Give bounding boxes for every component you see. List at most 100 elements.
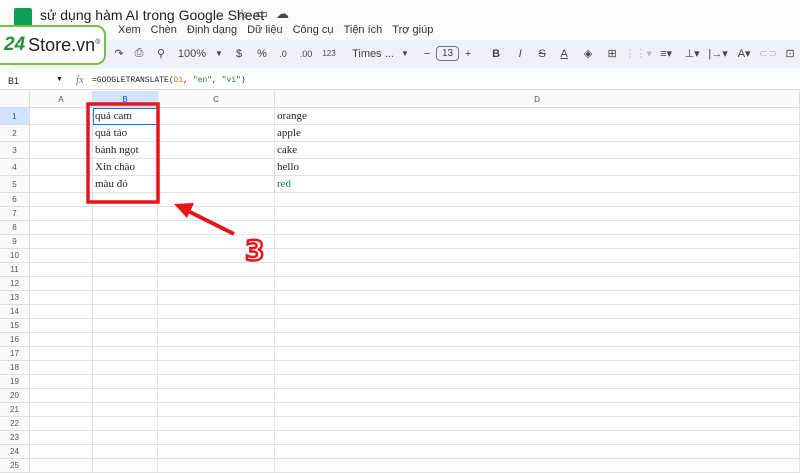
row-header[interactable]: 21	[0, 403, 30, 417]
text-color-button[interactable]: A	[553, 48, 575, 60]
cell-b1[interactable]: quả cam	[93, 108, 158, 125]
cell-c21[interactable]	[158, 403, 275, 417]
cell-a10[interactable]	[30, 249, 93, 263]
chevron-down-icon[interactable]: ▼	[56, 76, 63, 83]
cell-b6[interactable]	[93, 193, 158, 207]
cell-a14[interactable]	[30, 305, 93, 319]
cell-a18[interactable]	[30, 361, 93, 375]
cell-d18[interactable]	[275, 361, 800, 375]
cell-c14[interactable]	[158, 305, 275, 319]
cell-c6[interactable]	[158, 193, 275, 207]
column-header-b[interactable]: B	[93, 91, 158, 108]
cell-b2[interactable]: quả táo	[93, 125, 158, 142]
folder-icon[interactable]: ▭	[256, 6, 276, 21]
cell-a1[interactable]	[30, 108, 93, 125]
merge-cells-icon[interactable]: ⋮⋮▾	[623, 47, 653, 60]
menu-item[interactable]: Tiện ích	[344, 24, 383, 36]
cell-a16[interactable]	[30, 333, 93, 347]
cell-b13[interactable]	[93, 291, 158, 305]
cell-a12[interactable]	[30, 277, 93, 291]
row-header[interactable]: 4	[0, 159, 30, 176]
decrease-font-button[interactable]: −	[418, 48, 436, 60]
chevron-down-icon[interactable]: ▼	[212, 49, 226, 58]
cell-b20[interactable]	[93, 389, 158, 403]
row-header[interactable]: 14	[0, 305, 30, 319]
row-header[interactable]: 1	[0, 108, 30, 125]
cell-c19[interactable]	[158, 375, 275, 389]
cell-d25[interactable]	[275, 459, 800, 473]
row-header[interactable]: 10	[0, 249, 30, 263]
percent-button[interactable]: %	[252, 48, 272, 60]
cell-a8[interactable]	[30, 221, 93, 235]
cell-d17[interactable]	[275, 347, 800, 361]
cell-c4[interactable]	[158, 159, 275, 176]
increase-font-button[interactable]: +	[459, 48, 477, 60]
strikethrough-button[interactable]: S	[531, 48, 553, 60]
row-header[interactable]: 11	[0, 263, 30, 277]
row-header[interactable]: 2	[0, 125, 30, 142]
row-header[interactable]: 6	[0, 193, 30, 207]
cell-a20[interactable]	[30, 389, 93, 403]
cell-c11[interactable]	[158, 263, 275, 277]
font-size-input[interactable]: 13	[436, 46, 460, 61]
row-header[interactable]: 23	[0, 431, 30, 445]
font-select[interactable]: Times ...	[348, 48, 398, 60]
cell-c2[interactable]	[158, 125, 275, 142]
cell-a23[interactable]	[30, 431, 93, 445]
cell-b21[interactable]	[93, 403, 158, 417]
cell-a11[interactable]	[30, 263, 93, 277]
cell-b14[interactable]	[93, 305, 158, 319]
cell-d7[interactable]	[275, 207, 800, 221]
currency-button[interactable]: $	[226, 48, 252, 60]
row-header[interactable]: 13	[0, 291, 30, 305]
cell-d16[interactable]	[275, 333, 800, 347]
cell-d2[interactable]: apple	[275, 125, 800, 142]
text-wrap-icon[interactable]: |→▾	[705, 47, 731, 60]
cell-c5[interactable]	[158, 176, 275, 193]
align-vertical-icon[interactable]: ⊥▾	[679, 47, 705, 60]
cell-b19[interactable]	[93, 375, 158, 389]
bold-button[interactable]: B	[483, 48, 509, 60]
cell-d23[interactable]	[275, 431, 800, 445]
row-header[interactable]: 8	[0, 221, 30, 235]
cell-d12[interactable]	[275, 277, 800, 291]
cell-c10[interactable]	[158, 249, 275, 263]
chevron-down-icon[interactable]: ▼	[398, 49, 412, 58]
column-header-a[interactable]: A	[30, 91, 93, 108]
row-header[interactable]: 18	[0, 361, 30, 375]
cell-a3[interactable]	[30, 142, 93, 159]
cloud-icon[interactable]: ☁	[276, 6, 297, 21]
cell-b17[interactable]	[93, 347, 158, 361]
fill-color-icon[interactable]: ◈	[575, 47, 601, 60]
row-header[interactable]: 3	[0, 142, 30, 159]
formula-input[interactable]: =GOOGLETRANSLATE(D1, "en", "vi")	[92, 76, 246, 85]
cell-d20[interactable]	[275, 389, 800, 403]
link-icon[interactable]: ⊂⊃	[757, 47, 779, 60]
menu-item[interactable]: Chèn	[151, 24, 177, 36]
align-horizontal-icon[interactable]: ≡▾	[653, 47, 679, 60]
name-box[interactable]: B1	[8, 76, 19, 86]
cell-c13[interactable]	[158, 291, 275, 305]
comment-icon[interactable]: ⊡	[779, 47, 800, 60]
column-header-c[interactable]: C	[158, 91, 275, 108]
menu-item[interactable]: Xem	[118, 24, 141, 36]
redo-icon[interactable]: ↷	[110, 47, 128, 60]
column-header-d[interactable]: D	[275, 91, 800, 108]
cell-b9[interactable]	[93, 235, 158, 249]
cell-c8[interactable]	[158, 221, 275, 235]
cell-b12[interactable]	[93, 277, 158, 291]
row-header[interactable]: 19	[0, 375, 30, 389]
cell-a25[interactable]	[30, 459, 93, 473]
row-header[interactable]: 7	[0, 207, 30, 221]
cell-a6[interactable]	[30, 193, 93, 207]
cell-a17[interactable]	[30, 347, 93, 361]
cell-b5[interactable]: màu đỏ	[93, 176, 158, 193]
print-icon[interactable]: ⎙	[128, 47, 150, 60]
italic-button[interactable]: I	[509, 48, 531, 60]
borders-icon[interactable]: ⊞	[601, 47, 623, 60]
row-header[interactable]: 15	[0, 319, 30, 333]
cell-a7[interactable]	[30, 207, 93, 221]
cell-d11[interactable]	[275, 263, 800, 277]
text-rotation-icon[interactable]: A▾	[731, 47, 757, 60]
corner-cell[interactable]	[0, 91, 30, 108]
